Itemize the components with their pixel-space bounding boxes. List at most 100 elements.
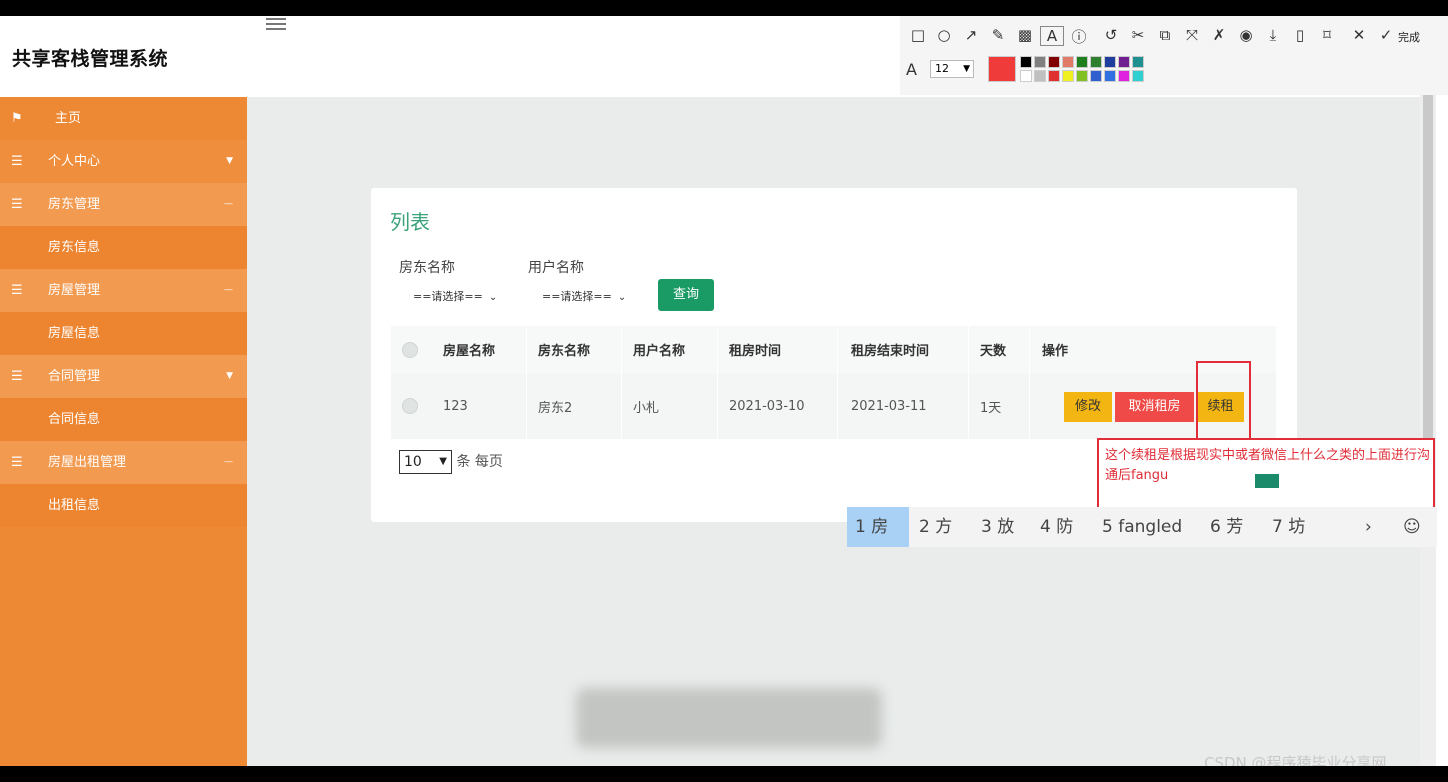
sidebar-item-landlord-info[interactable]: 房东信息 [0, 226, 247, 269]
sidebar-item-contract-info[interactable]: 合同信息 [0, 398, 247, 441]
ime-candidate[interactable]: 6 芳 [1210, 507, 1243, 547]
query-button[interactable]: 查询 [658, 279, 714, 311]
page-size-value: 10 [404, 454, 422, 470]
annotation-color-swatch [1255, 474, 1279, 488]
header-landlord: 房东名称 [538, 344, 591, 359]
arrow-icon[interactable]: ↗ [959, 26, 983, 44]
sidebar-item-rental-mgmt[interactable]: ☰ 房屋出租管理 — [0, 441, 247, 484]
ime-candidate[interactable]: 4 防 [1040, 507, 1073, 547]
font-size-select[interactable]: ▼ 12 [930, 60, 974, 78]
sidebar-item-home[interactable]: ⚑ 主页 [0, 97, 247, 140]
pin-icon[interactable]: ✗ [1207, 26, 1231, 44]
scrollbar[interactable] [1420, 46, 1436, 766]
color-swatch[interactable] [1034, 70, 1046, 82]
blurred-region [576, 688, 882, 748]
color-swatch[interactable] [1132, 56, 1144, 68]
collapse-icon: — [224, 457, 233, 467]
current-color-swatch[interactable] [988, 56, 1016, 82]
number-icon[interactable]: ⓘ [1067, 26, 1091, 47]
sidebar-item-label: 合同管理 [48, 369, 101, 384]
cancel-rental-button[interactable]: 取消租房 [1115, 392, 1194, 422]
color-swatch[interactable] [1048, 56, 1060, 68]
color-swatch[interactable] [1118, 56, 1130, 68]
list-icon: ☰ [11, 283, 23, 298]
color-swatch[interactable] [1062, 70, 1074, 82]
chevron-down-icon: ▼ [226, 156, 233, 166]
color-swatch[interactable] [1118, 70, 1130, 82]
undo-icon[interactable]: ↺ [1099, 26, 1123, 44]
close-icon[interactable]: ✕ [1347, 26, 1371, 44]
sidebar-item-contract-mgmt[interactable]: ☰ 合同管理 ▼ [0, 355, 247, 398]
mosaic-icon[interactable]: ▩ [1013, 26, 1037, 44]
annotation-textbox[interactable]: 这个续租是根据现实中或者微信上什么之类的上面进行沟通后fangu [1097, 438, 1435, 509]
cell-start: 2021-03-10 [729, 398, 805, 414]
header-end: 租房结束时间 [851, 344, 930, 359]
sidebar-item-house-mgmt[interactable]: ☰ 房屋管理 — [0, 269, 247, 312]
card-title: 列表 [390, 210, 430, 234]
emoji-icon[interactable]: ☺ [1403, 507, 1421, 547]
row-checkbox[interactable] [402, 373, 418, 439]
sidebar: ⚑ 主页 ☰ 个人中心 ▼ ☰ 房东管理 — 房东信息 ☰ 房屋管理 — 房屋信… [0, 97, 247, 766]
ime-candidate[interactable]: 7 坊 [1272, 507, 1305, 547]
color-swatch[interactable] [1020, 70, 1032, 82]
chevron-down-icon: ⌄ [488, 292, 498, 303]
ime-candidate[interactable]: 1 房 [847, 507, 909, 547]
color-swatch[interactable] [1076, 56, 1088, 68]
ellipse-icon[interactable]: ○ [932, 26, 956, 44]
sidebar-item-personal-center[interactable]: ☰ 个人中心 ▼ [0, 140, 247, 183]
color-swatch[interactable] [1020, 56, 1032, 68]
ime-next-icon[interactable]: › [1365, 507, 1372, 547]
rectangle-icon[interactable]: □ [906, 26, 930, 44]
bookmark-icon[interactable]: ⌑ [1315, 26, 1339, 44]
user-select[interactable]: ==请选择== ⌄ [542, 284, 626, 310]
expand-icon[interactable]: ⤧ [1180, 26, 1204, 44]
landlord-select[interactable]: ==请选择== ⌄ [413, 284, 497, 310]
check-icon[interactable]: ✓ [1374, 26, 1398, 44]
font-icon: A [906, 60, 917, 79]
font-size-value: 12 [935, 62, 949, 75]
header-days: 天数 [980, 344, 1007, 359]
chevron-down-icon: ⌄ [617, 292, 627, 303]
menu-toggle-icon[interactable] [266, 18, 286, 32]
cell-end: 2021-03-11 [851, 398, 927, 414]
download-icon[interactable]: ⤓ [1261, 26, 1285, 44]
color-swatch[interactable] [1076, 70, 1088, 82]
chevron-down-icon: ▼ [226, 371, 233, 381]
color-swatch[interactable] [1034, 56, 1046, 68]
sidebar-item-landlord-mgmt[interactable]: ☰ 房东管理 — [0, 183, 247, 226]
app-title: 共享客栈管理系统 [12, 48, 169, 70]
done-button[interactable]: 完成 [1398, 29, 1420, 45]
pen-icon[interactable]: ✎ [986, 26, 1010, 44]
ime-candidate[interactable]: 2 方 [919, 507, 952, 547]
color-swatch[interactable] [1132, 70, 1144, 82]
page-size-select[interactable]: ▼ 10 [399, 450, 452, 474]
sidebar-item-rental-info[interactable]: 出租信息 [0, 484, 247, 527]
ocr-icon[interactable]: ⧉ [1153, 26, 1177, 44]
sidebar-item-label: 房东信息 [48, 240, 101, 255]
ime-candidate[interactable]: 3 放 [981, 507, 1014, 547]
annotation-toolbar: □ ○ ↗ ✎ ▩ A ⓘ ↺ ✂ ⧉ ⤧ ✗ ◉ ⤓ ▯ ⌑ ✕ ✓ 完成 A… [900, 16, 1448, 95]
chevron-down-icon: ▼ [963, 64, 970, 74]
record-icon[interactable]: ◉ [1234, 26, 1258, 44]
list-icon: ☰ [11, 197, 23, 212]
color-swatch[interactable] [1090, 56, 1102, 68]
landlord-select-value: ==请选择== [413, 290, 483, 303]
sidebar-item-label: 主页 [55, 111, 82, 126]
flag-icon: ⚑ [11, 111, 23, 126]
text-icon[interactable]: A [1040, 26, 1064, 46]
cell-house: 123 [443, 398, 468, 414]
scissors-icon[interactable]: ✂ [1126, 26, 1150, 44]
color-swatch[interactable] [1104, 56, 1116, 68]
phone-icon[interactable]: ▯ [1288, 26, 1312, 44]
select-all-checkbox[interactable] [402, 326, 418, 373]
ime-candidate[interactable]: 5 fangled [1102, 507, 1182, 547]
color-swatch[interactable] [1062, 56, 1074, 68]
color-swatch[interactable] [1090, 70, 1102, 82]
edit-button[interactable]: 修改 [1064, 392, 1112, 422]
color-swatch[interactable] [1048, 70, 1060, 82]
sidebar-item-label: 出租信息 [48, 498, 101, 513]
sidebar-item-label: 房屋信息 [48, 326, 101, 341]
sidebar-item-label: 合同信息 [48, 412, 101, 427]
color-swatch[interactable] [1104, 70, 1116, 82]
sidebar-item-house-info[interactable]: 房屋信息 [0, 312, 247, 355]
